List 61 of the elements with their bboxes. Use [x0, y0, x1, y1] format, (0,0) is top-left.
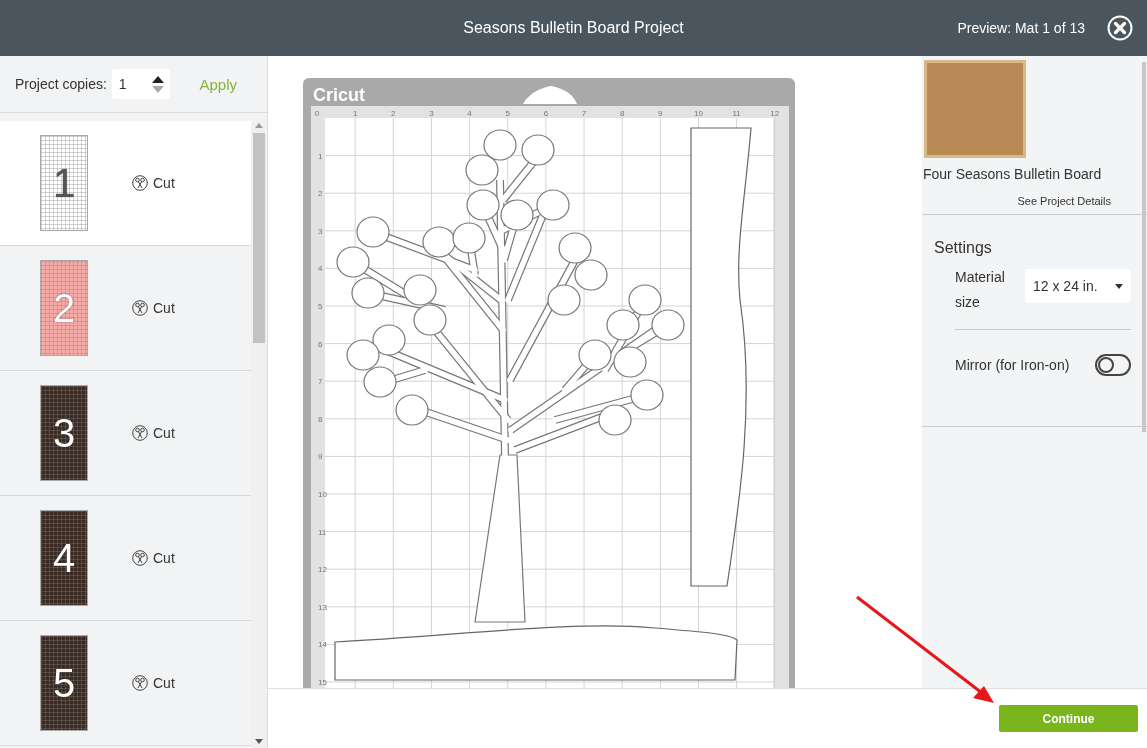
ruler-label: 1: [352, 109, 358, 118]
scissors-icon: [132, 675, 148, 691]
mat-list-item[interactable]: 1 Cut: [0, 121, 251, 246]
scissors-icon: [132, 175, 148, 191]
ruler-label: 7: [581, 109, 587, 118]
cut-label: Cut: [153, 550, 175, 566]
ruler-label: 2: [391, 109, 396, 118]
mat-brand-logo: Cricut: [313, 85, 365, 105]
project-name: Four Seasons Bulletin Board: [922, 166, 1103, 182]
mat-thumbnail: 3: [40, 385, 88, 481]
ruler-label: 6: [318, 339, 323, 349]
ruler-label: 10: [318, 490, 327, 499]
mat-thumbnail: 4: [40, 510, 88, 606]
scissors-icon: [132, 300, 148, 316]
ruler-label: 6: [543, 109, 549, 118]
ruler-label: 11: [732, 109, 741, 118]
ruler-label: 3: [429, 109, 434, 118]
ruler-label: 11: [318, 527, 327, 537]
caret-icon: [1115, 283, 1123, 289]
mat-thumbnail: 1: [40, 135, 88, 231]
ruler-label: 4: [318, 264, 323, 274]
cut-label: Cut: [153, 425, 175, 441]
ruler-label: 9: [658, 109, 663, 118]
ruler-label: 14: [318, 640, 327, 650]
mat-preview-label: Preview: Mat 1 of 13: [957, 20, 1085, 36]
close-icon[interactable]: [1107, 15, 1133, 41]
settings-heading: Settings: [934, 239, 993, 257]
ruler-label: 5: [318, 302, 323, 311]
project-title: Seasons Bulletin Board Project: [463, 19, 684, 36]
ruler-label: 8: [619, 109, 625, 118]
scissors-icon: [132, 425, 148, 441]
ruler-label: 12: [318, 565, 327, 575]
project-copies-label: Project copies:: [15, 76, 107, 92]
copies-input[interactable]: 1: [111, 69, 170, 99]
scrollbar[interactable]: [1142, 62, 1146, 432]
mat-thumbnail: 2: [40, 260, 88, 356]
ruler-label: 13: [318, 602, 327, 612]
mirror-label: Mirror (for Iron-on): [955, 357, 1070, 373]
cut-label: Cut: [153, 175, 175, 191]
ruler-label: 3: [318, 226, 323, 236]
ruler-label: 8: [318, 414, 323, 424]
scrollbar[interactable]: [251, 121, 267, 748]
up-arrow-icon[interactable]: [151, 76, 164, 83]
cut-label: Cut: [153, 300, 175, 316]
material-size-dropdown[interactable]: 12 x 24 in.: [1025, 269, 1131, 303]
ruler-label: 2: [318, 189, 323, 199]
ruler-label: 1: [318, 151, 323, 161]
ruler-label: 5: [505, 109, 510, 118]
cut-label: Cut: [153, 675, 175, 691]
ruler-label: 12: [770, 109, 780, 118]
ruler-label: 15: [318, 678, 327, 687]
mirror-toggle[interactable]: [1095, 354, 1131, 376]
ruler-label: 7: [318, 377, 323, 387]
mat-thumbnail: 5: [40, 635, 88, 731]
see-project-details-link[interactable]: See Project Details: [1017, 195, 1111, 207]
material-size-label: Material size: [955, 268, 1006, 312]
ruler-label: 10: [694, 109, 703, 118]
ruler-label: 0: [314, 109, 320, 118]
scissors-icon: [132, 550, 148, 566]
ruler-label: 9: [318, 452, 323, 462]
ruler-label: 4: [467, 109, 472, 118]
